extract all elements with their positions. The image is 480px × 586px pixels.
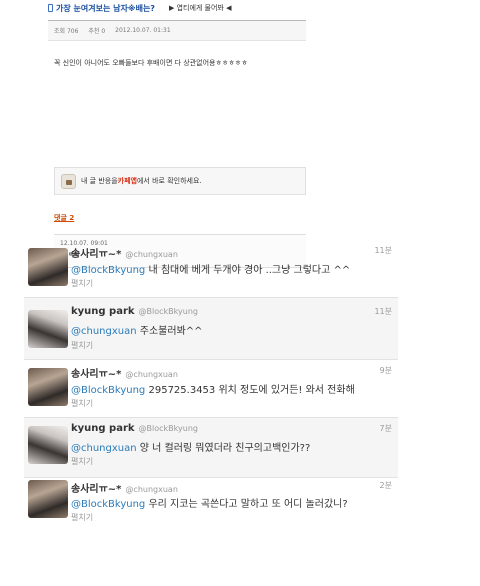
expand-link[interactable]: 펼치기 (71, 278, 93, 289)
display-name[interactable]: kyung park (71, 306, 135, 317)
handle[interactable]: @BlockBkyung (139, 424, 198, 433)
tweet-item[interactable]: 송사리ㅠ~* @chungxuan 2분 @BlockBkyung 우리 지코는 … (24, 478, 398, 526)
handle[interactable]: @chungxuan (125, 485, 177, 494)
mention-link[interactable]: @BlockBkyung (71, 499, 145, 510)
banner-text-after: 에서 바로 확인하세요. (136, 177, 202, 185)
avatar[interactable] (28, 426, 68, 464)
avatar[interactable] (28, 368, 68, 406)
handle[interactable]: @chungxuan (125, 370, 177, 379)
tweet-item[interactable]: 송사리ㅠ~* @chungxuan 9분 @BlockBkyung 295725.… (24, 360, 398, 418)
tweet-item[interactable]: kyung park @BlockBkyung 7분 @chungxuan 양 너… (24, 418, 398, 478)
post-date: 2012.10.07. 01:31 (115, 27, 171, 34)
forum-post: 가장 눈여겨보는 남자※배는? ▶ 엽티에게 물어봐 ◀ 조회 706 추천 0… (48, 0, 306, 268)
banner-text-before: 내 글 반응을 (81, 177, 118, 185)
expand-link[interactable]: 펼치기 (71, 398, 93, 409)
tweet-text: @chungxuan 주소불러봐^^ (71, 326, 203, 337)
handle[interactable]: @BlockBkyung (139, 307, 198, 316)
display-name[interactable]: kyung park (71, 423, 135, 434)
handle[interactable]: @chungxuan (125, 250, 177, 259)
tweet-text: @chungxuan 양 너 컬러링 뭐였더라 친구의고백인가?? (71, 443, 311, 454)
timestamp[interactable]: 11분 (374, 306, 392, 317)
mention-link[interactable]: @BlockBkyung (71, 385, 145, 396)
comment-count-link[interactable]: 댓글 2 (54, 213, 74, 223)
post-subtitle: ▶ 엽티에게 물어봐 ◀ (168, 4, 232, 12)
timestamp[interactable]: 9분 (380, 365, 392, 376)
timestamp[interactable]: 7분 (380, 423, 392, 434)
tweet-item[interactable]: kyung park @BlockBkyung 11분 @chungxuan 주소… (24, 298, 398, 360)
post-title[interactable]: 가장 눈여겨보는 남자※배는? (56, 3, 155, 14)
display-name[interactable]: 송사리ㅠ~* (71, 249, 121, 260)
expand-link[interactable]: 펼치기 (71, 512, 93, 523)
timestamp[interactable]: 11분 (374, 245, 392, 256)
expand-link[interactable]: 펼치기 (71, 340, 93, 351)
cafe-app-icon (61, 173, 76, 189)
tweet-timeline: 송사리ㅠ~* @chungxuan 11분 @BlockBkyung 내 침대에 … (24, 240, 398, 526)
avatar[interactable] (28, 248, 68, 286)
cafe-app-banner[interactable]: 내 글 반응을 카페앱 에서 바로 확인하세요. (54, 167, 306, 195)
display-name[interactable]: 송사리ㅠ~* (71, 369, 121, 380)
banner-highlight: 카페앱 (117, 177, 137, 185)
post-meta: 조회 706 추천 0 2012.10.07. 01:31 (48, 21, 306, 41)
avatar[interactable] (28, 480, 68, 518)
display-name[interactable]: 송사리ㅠ~* (71, 484, 121, 495)
avatar[interactable] (28, 310, 68, 348)
mention-link[interactable]: @BlockBkyung (71, 265, 145, 276)
post-title-bar: 가장 눈여겨보는 남자※배는? ▶ 엽티에게 물어봐 ◀ (48, 0, 306, 16)
tweet-text: @BlockBkyung 295725.3453 위치 정도에 있거든! 와서 … (71, 385, 355, 396)
mobile-icon (48, 4, 53, 12)
expand-link[interactable]: 펼치기 (71, 456, 93, 467)
timestamp[interactable]: 2분 (380, 480, 392, 491)
tweet-text: @BlockBkyung 우리 지코는 곡쓴다고 말하고 또 어디 놀러갔니? (71, 499, 348, 510)
mention-link[interactable]: @chungxuan (71, 443, 137, 454)
tweet-item[interactable]: 송사리ㅠ~* @chungxuan 11분 @BlockBkyung 내 침대에 … (24, 240, 398, 298)
view-count: 조회 706 (54, 28, 79, 35)
tweet-text: @BlockBkyung 내 침대에 베게 두개야 경아 ..그냥 그렇다고 ^… (71, 265, 351, 276)
mention-link[interactable]: @chungxuan (71, 326, 137, 337)
like-count: 추천 0 (88, 28, 106, 35)
post-body: 꼭 신인이 아니어도 오빠들보다 후배이면 다 상관없어용ㅎㅎㅎㅎㅎ (54, 59, 248, 67)
